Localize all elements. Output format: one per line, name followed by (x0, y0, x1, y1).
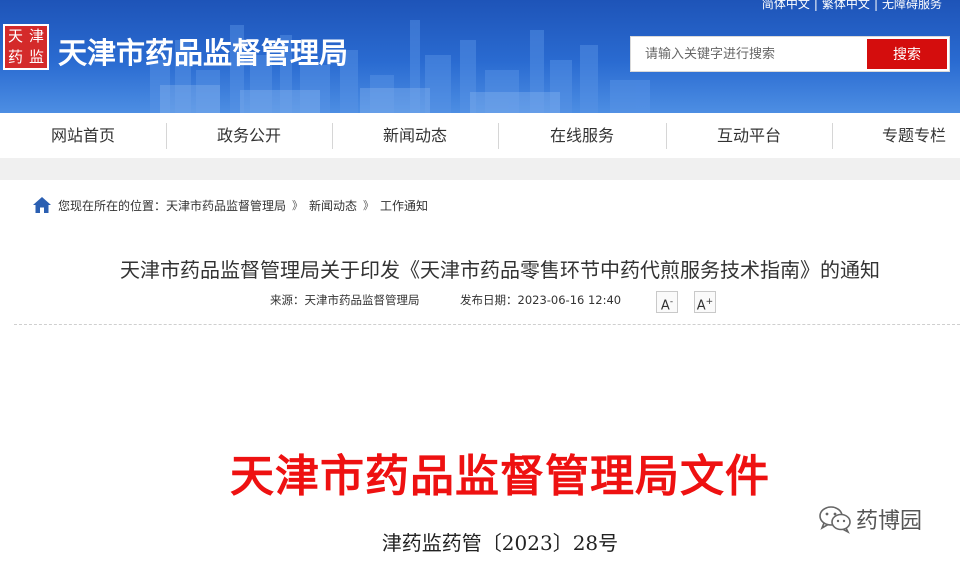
font-increase-sign: + (705, 297, 714, 307)
nav-shadow-band (0, 158, 960, 180)
font-increase-button[interactable]: A+ (694, 291, 716, 313)
wechat-icon (819, 506, 851, 534)
breadcrumb-item-news[interactable]: 新闻动态 (309, 197, 357, 214)
watermark: 药博园 (818, 503, 922, 535)
article-divider (14, 324, 960, 325)
search-button[interactable]: 搜索 (867, 39, 947, 69)
nav-item-home[interactable]: 网站首页 (0, 113, 166, 158)
breadcrumb-separator: 》 (363, 199, 375, 212)
search-input[interactable] (631, 37, 866, 71)
nav-item-news[interactable]: 新闻动态 (332, 113, 498, 158)
nav-item-services[interactable]: 在线服务 (498, 113, 666, 158)
nav-item-topics[interactable]: 专题专栏 (862, 113, 960, 158)
font-decrease-label: A (660, 298, 670, 314)
language-bar: 简体中文 | 繁体中文 | 无障碍服务 (762, 0, 942, 12)
breadcrumb: 您现在所在的位置： 天津市药品监督管理局 》 新闻动态 》 工作通知 (32, 194, 428, 216)
site-title[interactable]: 天津市药品监督管理局 (58, 30, 348, 72)
seal-char: 药 (7, 48, 23, 66)
home-icon[interactable] (32, 195, 52, 215)
lang-link-accessibility[interactable]: 无障碍服务 (882, 0, 942, 11)
breadcrumb-item-notices[interactable]: 工作通知 (380, 197, 428, 214)
seal-char: 监 (28, 48, 44, 66)
site-logo-seal[interactable]: 天 津 药 监 (3, 24, 49, 70)
seal-char: 天 (7, 27, 23, 45)
document-number: 津药监药管〔2023〕28号 (381, 531, 619, 555)
search-box: 搜索 (630, 36, 950, 72)
nav-item-government[interactable]: 政务公开 (166, 113, 332, 158)
breadcrumb-separator: 》 (292, 199, 304, 212)
main-nav: 网站首页 政务公开 新闻动态 在线服务 互动平台 专题专栏 (0, 113, 960, 158)
lang-link-simplified[interactable]: 简体中文 (762, 0, 810, 11)
lang-link-traditional[interactable]: 繁体中文 (822, 0, 870, 11)
nav-item-interaction[interactable]: 互动平台 (666, 113, 832, 158)
article-source: 来源：天津市药品监督管理局 (270, 293, 420, 307)
article-date: 发布日期：2023-06-16 12:40 (460, 293, 622, 307)
font-decrease-sign: - (669, 297, 674, 307)
watermark-text: 药博园 (856, 509, 923, 534)
breadcrumb-prefix: 您现在所在的位置： (58, 198, 167, 213)
seal-char: 津 (28, 27, 44, 45)
breadcrumb-item-agency[interactable]: 天津市药品监督管理局 (166, 197, 286, 214)
font-decrease-button[interactable]: A- (656, 291, 678, 313)
document-heading: 天津市药品监督管理局文件 (230, 451, 770, 502)
font-increase-label: A (696, 298, 706, 314)
header-banner: 简体中文|繁体中文|无障碍服务 天 津 药 监 天津市药品监督管理局 搜索 (0, 0, 960, 113)
nav-divider (832, 123, 833, 149)
article-title: 天津市药品监督管理局关于印发《天津市药品零售环节中药代煎服务技术指南》的通知 (120, 258, 880, 282)
